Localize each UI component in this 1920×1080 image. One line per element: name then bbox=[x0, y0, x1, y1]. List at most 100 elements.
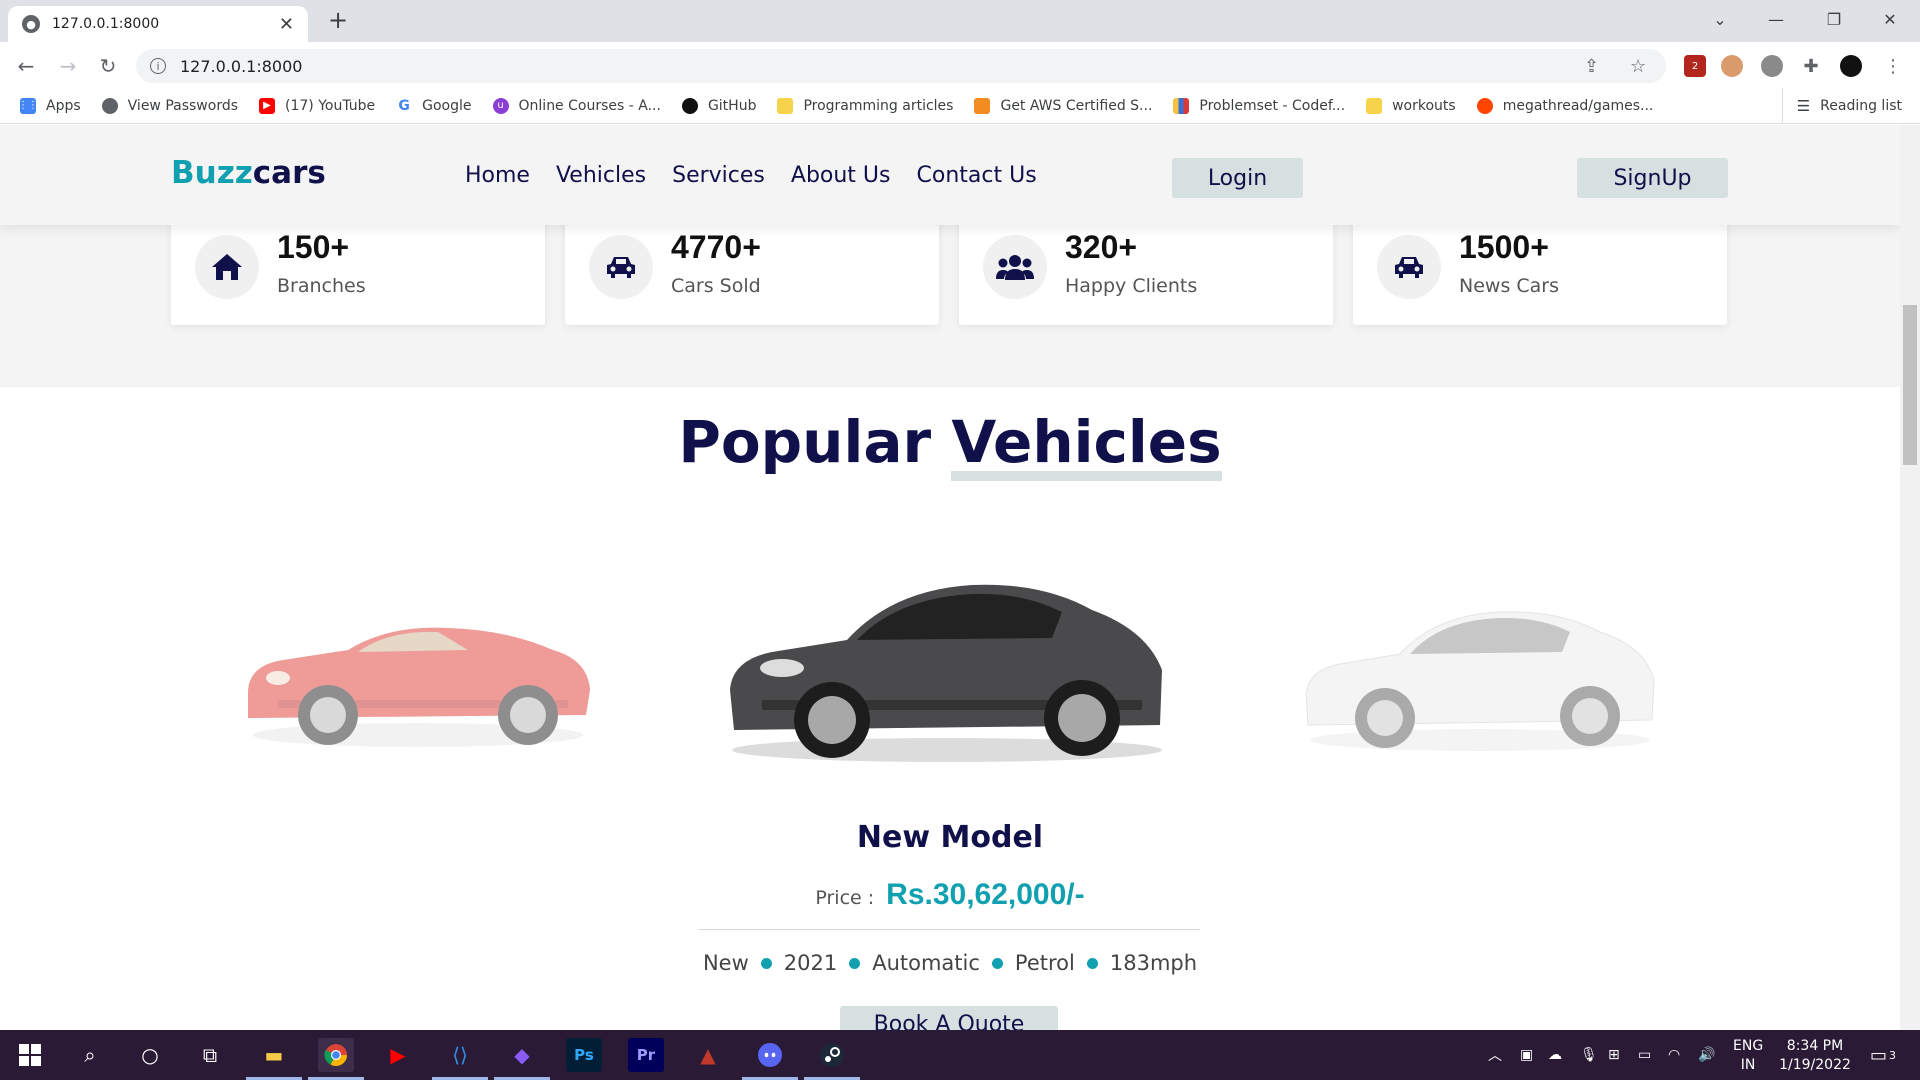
cat-extension-icon[interactable] bbox=[1761, 55, 1783, 77]
restore-button[interactable]: ❐ bbox=[1806, 0, 1862, 38]
windows-taskbar: ⌕ ○ ⧉ ▬ ▶ ⟨⟩ ◆ Ps Pr ▲ ︿ ▣ ☁ 🎙 ⊞ ▭ ◠ 🔊 E… bbox=[0, 1030, 1920, 1080]
model-name: New Model bbox=[856, 820, 1044, 855]
reading-list-button[interactable]: ☰ Reading list bbox=[1781, 88, 1902, 124]
close-tab-icon[interactable]: ✕ bbox=[279, 14, 294, 35]
car-image-red-convertible[interactable] bbox=[238, 570, 598, 755]
forward-button[interactable]: → bbox=[52, 50, 84, 82]
google-icon: G bbox=[398, 97, 410, 114]
login-button[interactable]: Login bbox=[1172, 158, 1303, 198]
spec-top-speed: 183mph bbox=[1109, 951, 1198, 975]
stat-value: 320+ bbox=[1065, 229, 1138, 265]
nav-home[interactable]: Home bbox=[465, 163, 530, 188]
bookmark-label: Apps bbox=[46, 97, 81, 114]
bookmark-label: GitHub bbox=[707, 97, 757, 114]
face-extension-icon[interactable] bbox=[1721, 55, 1743, 77]
bookmark-codeforces[interactable]: Problemset - Codef... bbox=[1173, 97, 1345, 114]
bookmark-youtube[interactable]: ▶ (17) YouTube bbox=[259, 97, 376, 114]
scrollbar-thumb[interactable] bbox=[1903, 305, 1917, 465]
bookmark-workouts[interactable]: workouts bbox=[1366, 97, 1456, 114]
reload-button[interactable]: ↻ bbox=[92, 50, 124, 82]
car-image-white-sedan[interactable] bbox=[1300, 580, 1660, 760]
windows-start-icon[interactable] bbox=[12, 1038, 48, 1072]
car-image-grey-sedan[interactable] bbox=[722, 550, 1172, 770]
aws-icon bbox=[974, 97, 991, 114]
microphone-icon[interactable]: 🎙 bbox=[1580, 1030, 1598, 1080]
globe-icon: ● bbox=[22, 15, 40, 33]
vscode-icon[interactable]: ⟨⟩ bbox=[432, 1038, 488, 1080]
book-a-quote-button[interactable]: Book A Quote bbox=[840, 1006, 1058, 1030]
chrome-icon[interactable] bbox=[308, 1038, 364, 1080]
title-part-vehicles: Vehicles bbox=[951, 413, 1222, 481]
system-clock[interactable]: 8:34 PM 1/19/2022 bbox=[1770, 1037, 1860, 1075]
site-logo[interactable]: Buzzcars bbox=[171, 155, 326, 191]
bookmark-label: megathread/games... bbox=[1502, 97, 1654, 114]
price-value: Rs.30,62,000/- bbox=[886, 878, 1085, 911]
extension-badge: 2 bbox=[1691, 60, 1699, 72]
battery-icon[interactable]: ▭ bbox=[1638, 1030, 1651, 1080]
profile-avatar[interactable] bbox=[1840, 55, 1862, 77]
minimize-button[interactable]: — bbox=[1748, 0, 1804, 38]
language-indicator[interactable]: ENG IN bbox=[1733, 1037, 1763, 1075]
address-bar[interactable]: i 127.0.0.1:8000 ⇪ ☆ bbox=[136, 49, 1666, 83]
logo-buzz: Buzz bbox=[171, 155, 253, 191]
github-icon bbox=[681, 97, 698, 114]
page-viewport: 150+ Branches 4770+ Cars Sold 320+ Happy… bbox=[0, 125, 1900, 1030]
photoshop-icon[interactable]: Ps bbox=[566, 1038, 602, 1072]
nav-services[interactable]: Services bbox=[672, 163, 765, 188]
notification-count: 3 bbox=[1889, 1048, 1897, 1062]
bookmark-label: (17) YouTube bbox=[285, 97, 376, 114]
lang-code: ENG bbox=[1733, 1038, 1764, 1054]
menu-kebab-icon[interactable]: ⋮ bbox=[1882, 55, 1904, 77]
tab-search-icon[interactable]: ⌄ bbox=[1692, 0, 1748, 38]
show-hidden-icons[interactable]: ︿ bbox=[1488, 1030, 1502, 1080]
signup-button[interactable]: SignUp bbox=[1577, 158, 1728, 198]
premiere-icon[interactable]: Pr bbox=[628, 1038, 664, 1072]
task-view-icon[interactable]: ⧉ bbox=[192, 1038, 228, 1072]
search-icon[interactable]: ⌕ bbox=[72, 1038, 108, 1072]
bookmark-google[interactable]: G Google bbox=[396, 98, 471, 114]
bookmark-star-icon[interactable]: ☆ bbox=[1630, 49, 1646, 83]
reading-list-label: Reading list bbox=[1820, 98, 1902, 114]
wifi-icon[interactable]: ◠ bbox=[1668, 1030, 1680, 1080]
volume-icon[interactable]: 🔊 bbox=[1698, 1030, 1715, 1080]
extensions-puzzle-icon[interactable]: ✚ bbox=[1800, 55, 1822, 77]
clock-date: 1/19/2022 bbox=[1779, 1057, 1851, 1073]
ublock-extension-icon[interactable]: 2 bbox=[1684, 55, 1706, 77]
main-nav: Home Vehicles Services About Us Contact … bbox=[465, 163, 1063, 188]
discord-icon[interactable] bbox=[742, 1038, 798, 1080]
share-icon[interactable]: ⇪ bbox=[1584, 49, 1599, 83]
new-tab-button[interactable]: + bbox=[324, 6, 352, 34]
close-window-button[interactable]: ✕ bbox=[1862, 0, 1918, 38]
nav-about[interactable]: About Us bbox=[791, 163, 891, 188]
bookmark-view-passwords[interactable]: View Passwords bbox=[101, 97, 238, 114]
globe-icon bbox=[101, 97, 118, 114]
wifi-adapter-icon[interactable]: ⊞ bbox=[1608, 1030, 1620, 1080]
bookmark-apps[interactable]: ⋮⋮ Apps bbox=[18, 97, 81, 114]
bookmarks-bar: ⋮⋮ Apps View Passwords ▶ (17) YouTube G … bbox=[0, 88, 1920, 124]
divider bbox=[698, 929, 1200, 930]
steam-icon[interactable] bbox=[804, 1038, 860, 1080]
obsidian-icon[interactable]: ◆ bbox=[494, 1038, 550, 1080]
meet-now-icon[interactable]: ▣ bbox=[1520, 1030, 1533, 1080]
cortana-icon[interactable]: ○ bbox=[132, 1038, 168, 1072]
site-info-icon[interactable]: i bbox=[150, 58, 166, 74]
youtube-app-icon[interactable]: ▶ bbox=[380, 1038, 416, 1072]
bookmark-reddit[interactable]: megathread/games... bbox=[1476, 97, 1654, 114]
nav-contact[interactable]: Contact Us bbox=[917, 163, 1037, 188]
notification-center-icon[interactable]: ▭ 3 bbox=[1870, 1030, 1896, 1080]
onedrive-icon[interactable]: ☁ bbox=[1548, 1030, 1562, 1080]
stat-label: Cars Sold bbox=[671, 275, 761, 297]
game-app-icon[interactable]: ▲ bbox=[690, 1038, 726, 1072]
bookmark-github[interactable]: GitHub bbox=[681, 97, 757, 114]
back-button[interactable]: ← bbox=[10, 50, 42, 82]
nav-vehicles[interactable]: Vehicles bbox=[556, 163, 646, 188]
browser-tab[interactable]: ● 127.0.0.1:8000 ✕ bbox=[8, 6, 308, 42]
file-explorer-icon[interactable]: ▬ bbox=[246, 1038, 302, 1080]
bookmark-aws[interactable]: Get AWS Certified S... bbox=[974, 97, 1152, 114]
bookmark-programming-articles[interactable]: Programming articles bbox=[777, 97, 953, 114]
bookmark-online-courses[interactable]: u Online Courses - A... bbox=[492, 97, 661, 114]
site-header: Buzzcars Home Vehicles Services About Us… bbox=[0, 125, 1900, 225]
car-icon bbox=[1377, 235, 1441, 299]
page-scrollbar[interactable] bbox=[1900, 125, 1920, 1030]
bullet-dot bbox=[849, 957, 861, 969]
